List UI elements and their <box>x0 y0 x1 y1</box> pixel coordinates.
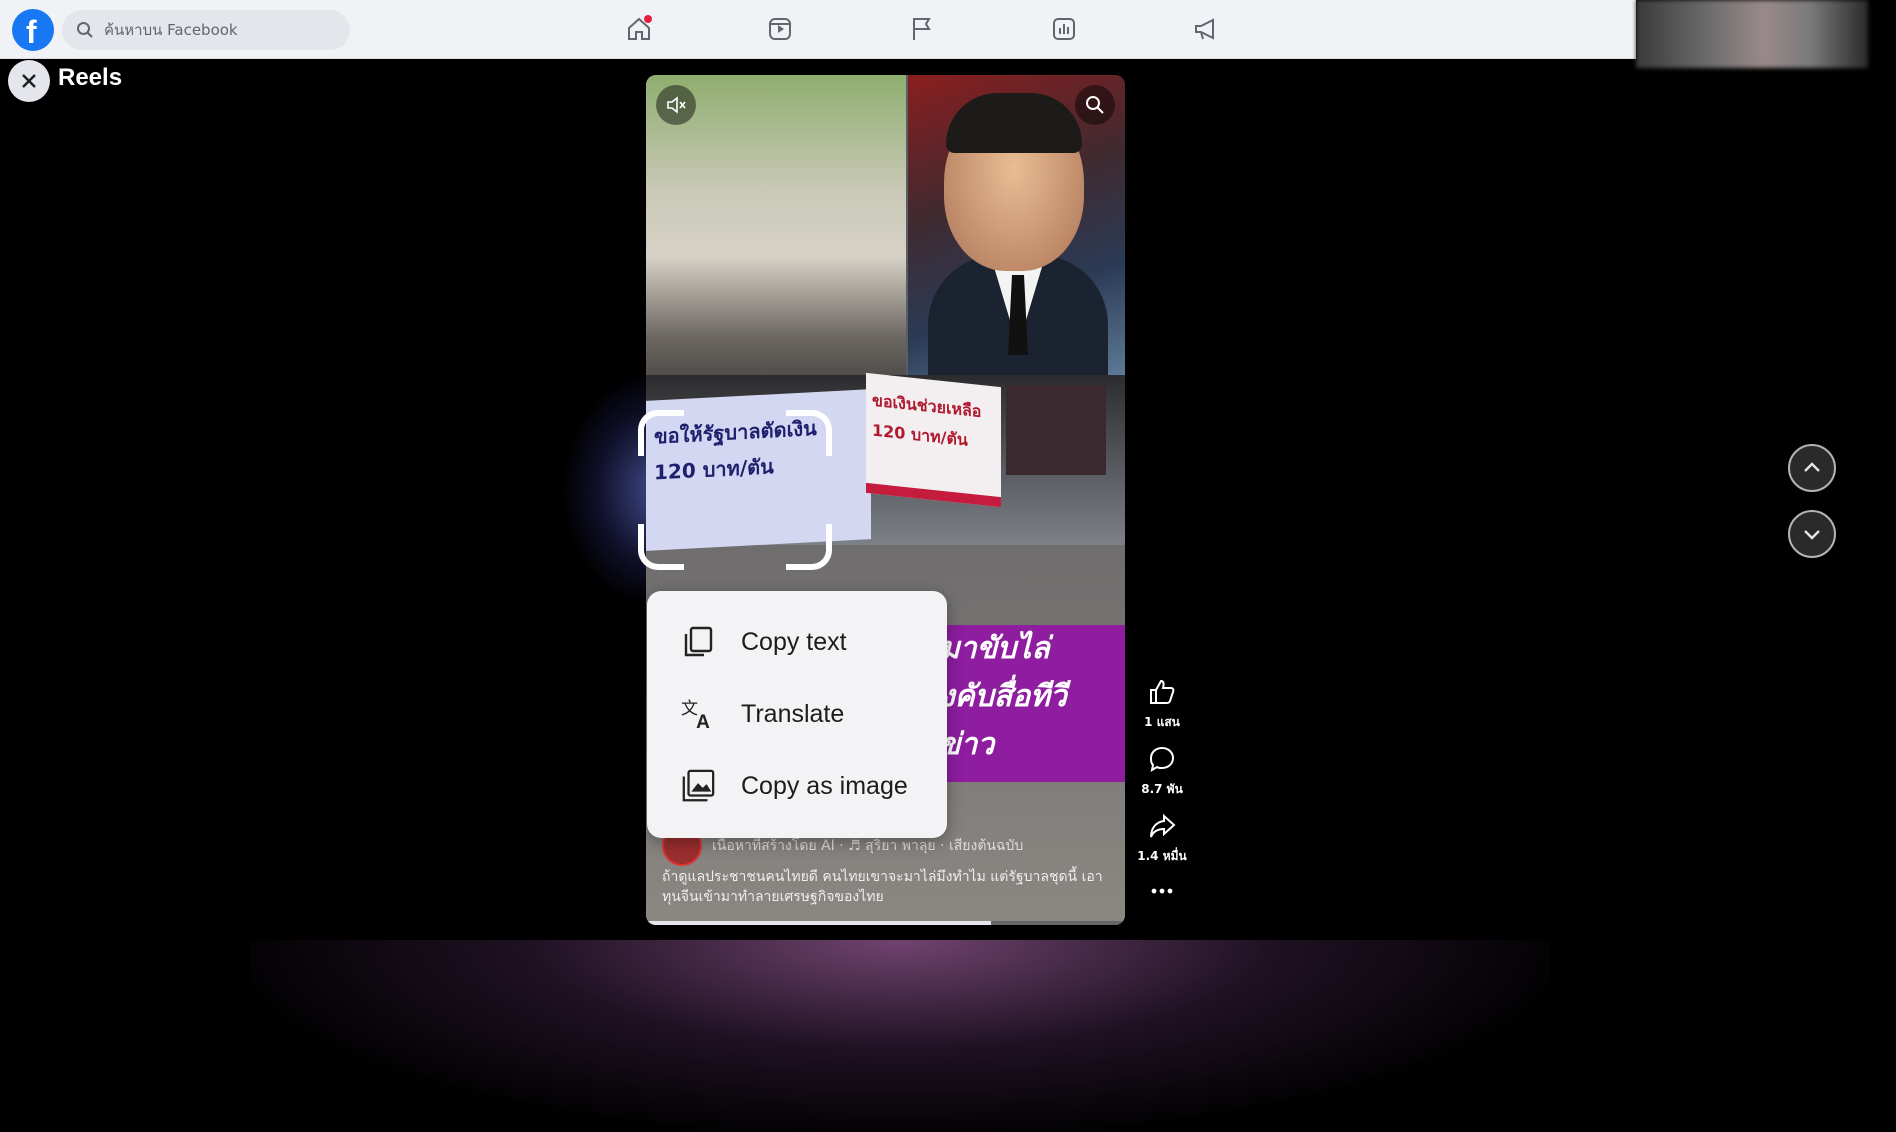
megaphone-icon[interactable] <box>1189 12 1223 46</box>
speaker-muted-icon <box>667 96 686 114</box>
search-input[interactable] <box>102 20 346 40</box>
search-bar[interactable] <box>62 10 350 50</box>
banner-mid-text: ขอเงินช่วยเหลือ 120 บาท/ตัน <box>872 390 982 450</box>
close-icon <box>22 74 36 88</box>
video-progress-bar[interactable] <box>646 921 1125 925</box>
search-icon <box>1086 96 1104 114</box>
next-reel-button[interactable] <box>1788 510 1836 558</box>
scan-bracket-br <box>786 524 832 570</box>
translate-menu-item[interactable]: 文A Translate <box>647 684 947 744</box>
overlay-line-3: ข่าว <box>940 727 995 762</box>
translate-icon: 文A <box>680 696 716 732</box>
previous-reel-button[interactable] <box>1788 444 1836 492</box>
overlay-caption-box: มาขับไล่ งคับสื่อทีวี ข่าว <box>936 625 1125 782</box>
more-options-button[interactable] <box>1132 880 1192 907</box>
svg-text:f: f <box>26 14 37 50</box>
notification-dot <box>644 15 652 23</box>
top-bar: f <box>0 0 1636 59</box>
protest-banner-right <box>1006 385 1106 475</box>
like-button[interactable]: 1 แสน <box>1132 678 1192 732</box>
chevron-up-icon <box>1804 462 1820 472</box>
search-icon <box>77 22 93 38</box>
like-count: 1 แสน <box>1144 715 1180 729</box>
close-button[interactable] <box>8 60 50 102</box>
copy-as-image-menu-item[interactable]: Copy as image <box>647 756 947 816</box>
facebook-logo-icon[interactable]: f <box>12 9 54 51</box>
copy-text-label: Copy text <box>741 627 847 656</box>
share-count: 1.4 หมื่น <box>1137 849 1187 863</box>
profile-area-blurred[interactable] <box>1636 0 1868 68</box>
page-title: Reels <box>58 64 123 91</box>
image-icon <box>680 768 716 804</box>
more-icon <box>1151 888 1173 894</box>
context-menu: Copy text 文A Translate Copy as image <box>647 591 947 838</box>
copy-as-image-label: Copy as image <box>741 771 908 800</box>
ambient-glow <box>250 940 1550 1132</box>
translate-label: Translate <box>741 699 845 728</box>
flag-icon[interactable] <box>905 12 939 46</box>
scan-bracket-tr <box>786 410 832 456</box>
scan-bracket-bl <box>638 524 684 570</box>
thumbs-up-icon <box>1150 679 1175 704</box>
comment-count: 8.7 พัน <box>1141 782 1183 796</box>
copy-text-menu-item[interactable]: Copy text <box>647 612 947 672</box>
banner-left-text: ขอให้รัฐบาลตัดเงิน 120 บาท/ตัน <box>654 415 817 485</box>
protest-banner-mid: ขอเงินช่วยเหลือ 120 บาท/ตัน <box>866 372 1001 508</box>
mute-button[interactable] <box>656 85 696 125</box>
svg-text:A: A <box>696 712 710 732</box>
copy-icon <box>680 624 716 660</box>
author-text: เนื้อหาที่สร้างโดย AI · ♬ สุริยา พาลุย ·… <box>712 838 1024 854</box>
video-search-button[interactable] <box>1075 85 1115 125</box>
comment-button[interactable]: 8.7 พัน <box>1132 745 1192 799</box>
progress-fill <box>646 921 991 925</box>
scan-bracket-tl <box>638 410 684 456</box>
overlay-line-2: งคับสื่อทีวี <box>940 679 1067 714</box>
comment-icon <box>1149 746 1175 773</box>
share-button[interactable]: 1.4 หมื่น <box>1132 812 1192 866</box>
street-scene <box>646 75 906 405</box>
overlay-line-1: มาขับไล่ <box>940 631 1050 666</box>
chevron-down-icon <box>1804 530 1820 540</box>
insights-icon[interactable] <box>1047 12 1081 46</box>
video-caption: ถ้าดูแลประชาชนคนไทยดี คนไทยเขาจะมาไล่มึง… <box>662 869 1103 905</box>
home-icon[interactable] <box>622 12 656 46</box>
video-icon[interactable] <box>763 12 797 46</box>
share-icon <box>1150 813 1176 838</box>
